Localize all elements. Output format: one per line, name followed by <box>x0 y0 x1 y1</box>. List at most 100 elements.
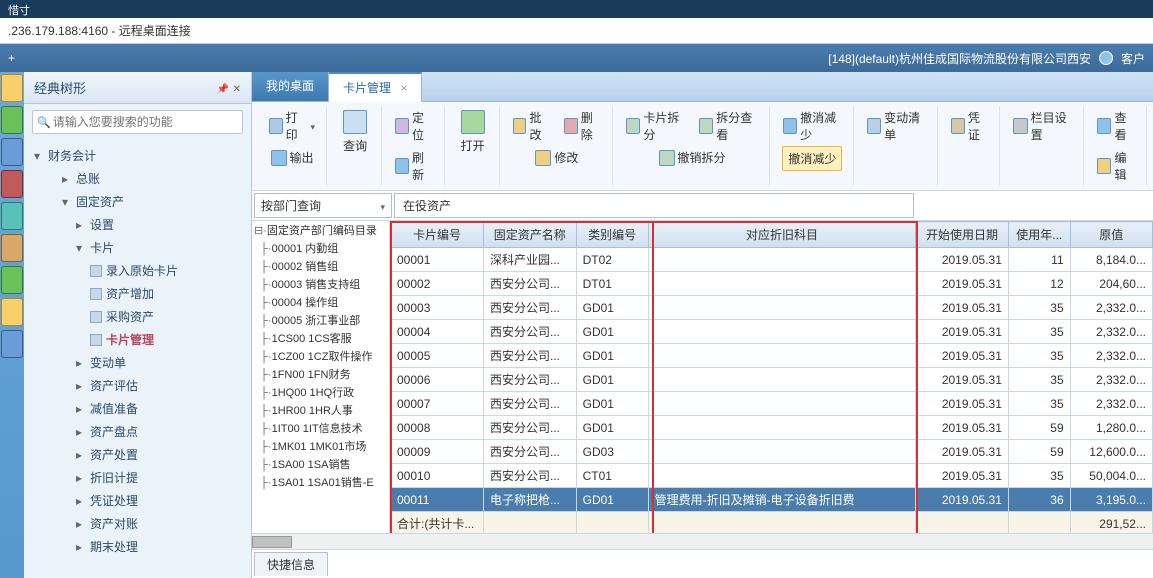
table-row[interactable]: 00011电子称把枪...GD01管理费用-折旧及摊销-电子设备折旧费2019.… <box>391 488 1153 512</box>
tree-item[interactable]: 资产盘点 <box>30 420 245 443</box>
view-button[interactable]: 查看 <box>1092 106 1140 146</box>
table-row[interactable]: 00008西安分公司...GD012019.05.31591,280.0... <box>391 416 1153 440</box>
col-header[interactable]: 卡片编号 <box>391 222 484 248</box>
col-header[interactable]: 原值 <box>1070 222 1152 248</box>
filter-mode-select[interactable]: 按部门查询 <box>254 193 392 218</box>
edit-button[interactable]: 编辑 <box>1092 146 1140 186</box>
tree-item[interactable]: 变动单 <box>30 351 245 374</box>
rail-icon-7[interactable] <box>1 266 23 294</box>
rail-icon-5[interactable] <box>1 202 23 230</box>
table-row[interactable]: 00006西安分公司...GD012019.05.31352,332.0... <box>391 368 1153 392</box>
table-cell: 合计:(共计卡... <box>391 512 484 534</box>
table-row[interactable]: 00010西安分公司...CT012019.05.313550,004.0... <box>391 464 1153 488</box>
dept-item[interactable]: ├·00005 浙江事业部 <box>252 311 389 329</box>
tree-item[interactable]: 资产处置 <box>30 443 245 466</box>
rail-icon-1[interactable] <box>1 74 23 102</box>
cancel-dec-button[interactable]: 撤消减少 <box>778 106 847 146</box>
dept-item[interactable]: ├·1MK01 1MK01市场 <box>252 437 389 455</box>
query-button[interactable]: 查询 <box>335 106 375 158</box>
table-cell <box>648 440 916 464</box>
cert-button[interactable]: 凭证 <box>946 106 994 146</box>
customer-label[interactable]: 客户 <box>1121 50 1145 67</box>
export-button[interactable]: 输出 <box>266 146 319 169</box>
col-header[interactable]: 类别编号 <box>576 222 648 248</box>
delete-button[interactable]: 删除 <box>559 106 606 146</box>
tree-item[interactable]: 期末处理 <box>30 535 245 558</box>
dept-item[interactable]: ├·00001 内勤组 <box>252 239 389 257</box>
tree-item[interactable]: 折旧计提 <box>30 466 245 489</box>
tree-item[interactable]: 减值准备 <box>30 397 245 420</box>
search-input[interactable] <box>51 113 238 131</box>
refresh-button[interactable]: 刷新 <box>390 146 438 186</box>
dept-item[interactable]: ├·1CS00 1CS客服 <box>252 329 389 347</box>
dept-item[interactable]: ├·00004 操作组 <box>252 293 389 311</box>
table-row[interactable]: 00005西安分公司...GD012019.05.31352,332.0... <box>391 344 1153 368</box>
bottom-tab-quickinfo[interactable]: 快捷信息 <box>254 552 328 576</box>
open-button[interactable]: 打开 <box>453 106 493 158</box>
tree-item[interactable]: 总账 <box>30 167 245 190</box>
rail-icon-8[interactable] <box>1 298 23 326</box>
pin-icon[interactable] <box>217 80 229 95</box>
tab-desktop[interactable]: 我的桌面 <box>252 72 329 101</box>
close-icon[interactable] <box>233 80 241 95</box>
tab-card-manage[interactable]: 卡片管理 <box>329 72 422 102</box>
table-cell: 00002 <box>391 272 484 296</box>
tree-item[interactable]: 录入原始卡片 <box>30 259 245 282</box>
split-button[interactable]: 卡片拆分 <box>621 106 690 146</box>
dept-item[interactable]: ├·00002 销售组 <box>252 257 389 275</box>
col-header[interactable]: 对应折旧科目 <box>648 222 916 248</box>
table-cell: 35 <box>1008 464 1070 488</box>
tree-label: 资产评估 <box>90 377 138 394</box>
tree-item[interactable]: 固定资产 <box>30 190 245 213</box>
table-row[interactable]: 00003西安分公司...GD012019.05.31352,332.0... <box>391 296 1153 320</box>
dept-item[interactable]: ├·1SA00 1SA销售 <box>252 455 389 473</box>
table-cell: 3,195.0... <box>1070 488 1152 512</box>
dept-root[interactable]: ⊟·固定资产部门编码目录 <box>252 221 389 239</box>
col-cfg-button[interactable]: 栏目设置 <box>1008 106 1077 146</box>
dept-item[interactable]: ├·1CZ00 1CZ取件操作 <box>252 347 389 365</box>
tree-item[interactable]: 资产对账 <box>30 512 245 535</box>
col-header[interactable]: 固定资产名称 <box>483 222 576 248</box>
cancel-split-button[interactable]: 撤销拆分 <box>654 146 731 169</box>
dept-item[interactable]: ├·1FN00 1FN财务 <box>252 365 389 383</box>
rail-icon-4[interactable] <box>1 170 23 198</box>
dept-item[interactable]: ├·00003 销售支持组 <box>252 275 389 293</box>
table-row[interactable]: 00002西安分公司...DT012019.05.3112204,60... <box>391 272 1153 296</box>
table-row[interactable]: 00007西安分公司...GD012019.05.31352,332.0... <box>391 392 1153 416</box>
cancel-dec-hl-button[interactable]: 撤消减少 <box>782 146 842 171</box>
modify-button[interactable]: 修改 <box>530 146 583 169</box>
table-row[interactable]: 00001深科产业园...DT022019.05.31118,184.0... <box>391 248 1153 272</box>
table-row[interactable]: 00009西安分公司...GD032019.05.315912,600.0... <box>391 440 1153 464</box>
rail-icon-9[interactable] <box>1 330 23 358</box>
rail-icon-3[interactable] <box>1 138 23 166</box>
tree-item[interactable]: 卡片 <box>30 236 245 259</box>
table-row[interactable]: 00004西安分公司...GD012019.05.31352,332.0... <box>391 320 1153 344</box>
dept-item[interactable]: ├·1SA01 1SA01销售-E <box>252 473 389 491</box>
tab-close-icon[interactable] <box>394 81 407 95</box>
tree-item[interactable]: 资产评估 <box>30 374 245 397</box>
search-box[interactable] <box>32 110 243 134</box>
batch-button[interactable]: 批改 <box>508 106 555 146</box>
tree-item[interactable]: 卡片管理 <box>30 328 245 351</box>
col-header[interactable]: 使用年... <box>1008 222 1070 248</box>
tree-item[interactable]: 凭证处理 <box>30 489 245 512</box>
tree-item[interactable]: 设置 <box>30 213 245 236</box>
print-button[interactable]: 打印 <box>264 106 320 146</box>
col-header[interactable]: 开始使用日期 <box>916 222 1009 248</box>
horizontal-scrollbar[interactable] <box>252 533 1153 549</box>
tree-item[interactable]: 采购资产 <box>30 305 245 328</box>
filter-status[interactable]: 在役资产 <box>394 193 914 218</box>
rail-icon-6[interactable] <box>1 234 23 262</box>
change-list-button[interactable]: 变动清单 <box>862 106 931 146</box>
tree-item[interactable]: 资产增加 <box>30 282 245 305</box>
bottom-panel: 快捷信息 <box>252 549 1153 578</box>
rail-icon-2[interactable] <box>1 106 23 134</box>
tree-root[interactable]: 财务会计 <box>30 144 245 167</box>
cancel-split-icon <box>659 150 675 166</box>
locate-button[interactable]: 定位 <box>390 106 438 146</box>
split-view-button[interactable]: 拆分查看 <box>694 106 763 146</box>
dept-item[interactable]: ├·1HQ00 1HQ行政 <box>252 383 389 401</box>
customer-icon[interactable] <box>1099 51 1113 65</box>
dept-item[interactable]: ├·1HR00 1HR人事 <box>252 401 389 419</box>
dept-item[interactable]: ├·1IT00 1IT信息技术 <box>252 419 389 437</box>
